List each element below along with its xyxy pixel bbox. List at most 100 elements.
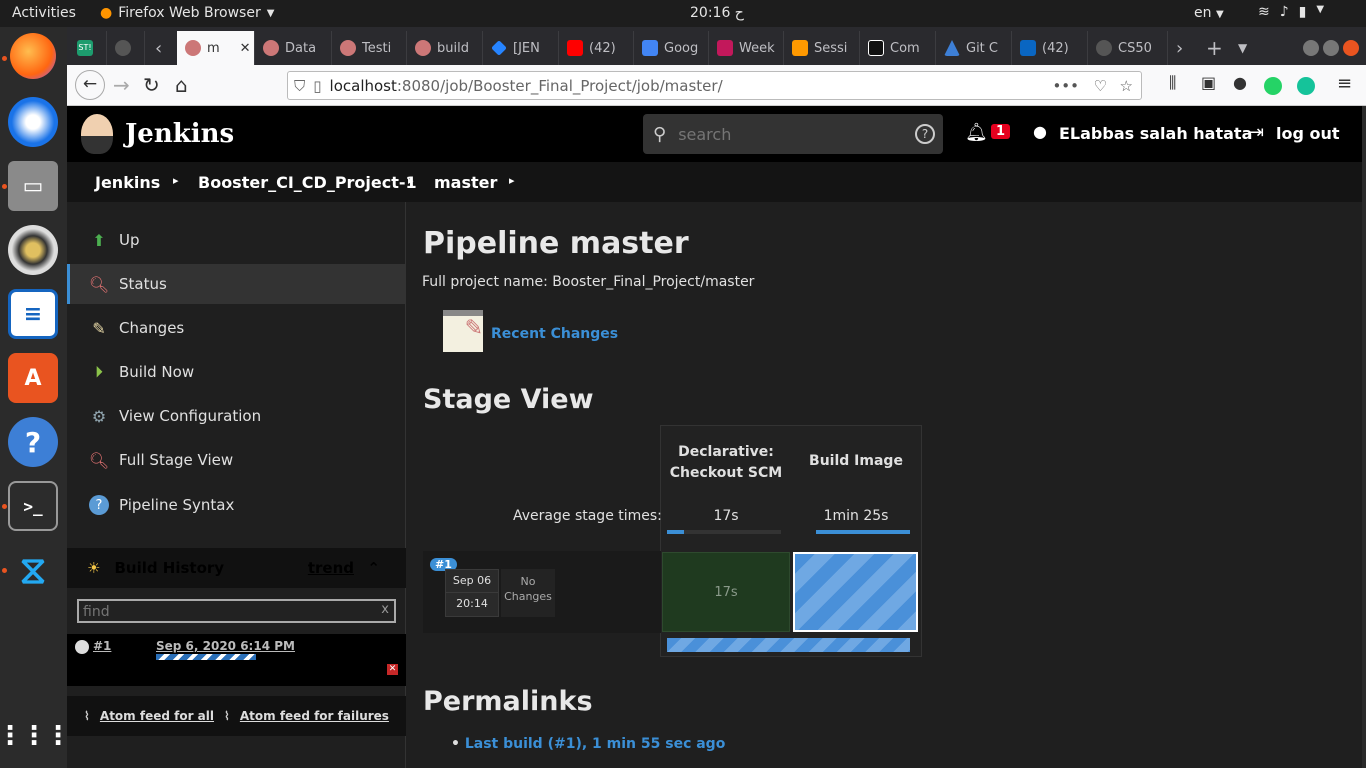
activities-button[interactable]: Activities: [12, 5, 76, 21]
task-view-configuration[interactable]: ⚙ View Configuration: [67, 396, 406, 436]
new-tab-button[interactable]: +: [1198, 31, 1228, 65]
tab-scroll-left-button[interactable]: ‹: [147, 31, 177, 65]
whatsapp-icon[interactable]: [1264, 77, 1282, 95]
atom-feed-failures-link[interactable]: Atom feed for failures: [240, 709, 389, 723]
last-build-link[interactable]: Last build (#1), 1 min 55 sec ago: [465, 736, 726, 752]
search-input[interactable]: [678, 124, 899, 144]
list-all-tabs-button[interactable]: ▼: [1230, 31, 1260, 65]
tab-pinned-st[interactable]: ST!: [69, 31, 107, 65]
build-date-link[interactable]: Sep 6, 2020 6:14 PM: [156, 639, 295, 653]
task-full-stage-view[interactable]: 🔍︎ Full Stage View: [67, 440, 406, 480]
avg-time-checkout: 17s: [713, 508, 739, 524]
app-menu[interactable]: ● Firefox Web Browser ▼: [100, 5, 274, 21]
tab[interactable]: Goog: [634, 31, 709, 65]
task-status[interactable]: 🔍︎ Status: [67, 264, 406, 304]
breadcrumb-chevron-icon[interactable]: ▸: [408, 174, 414, 187]
tab[interactable]: CS50: [1088, 31, 1168, 65]
abort-build-icon[interactable]: ✕: [387, 664, 398, 675]
grammarly-icon[interactable]: [1297, 77, 1315, 95]
tab[interactable]: Testi: [332, 31, 407, 65]
recent-changes-link[interactable]: Recent Changes: [491, 326, 618, 342]
pocket-icon[interactable]: ♡: [1094, 77, 1107, 95]
page-actions-icon[interactable]: •••: [1052, 77, 1079, 95]
breadcrumb-project[interactable]: Booster_CI_CD_Project-1: [198, 173, 417, 192]
stage-name-line: Checkout SCM: [669, 465, 783, 481]
firefox-tab-bar: ST! ‹ m ✕ Data Testi build [JEN (42) Goog…: [67, 27, 1366, 65]
url-path: :8080/job/Booster_Final_Project/job/mast…: [396, 76, 723, 95]
task-build-now[interactable]: ⏵ Build Now: [67, 352, 406, 392]
close-window-icon[interactable]: [1343, 40, 1359, 56]
forward-button[interactable]: →: [113, 73, 130, 97]
bell-icon[interactable]: 🔔︎: [965, 122, 988, 143]
jenkins-logo[interactable]: Jenkins: [81, 114, 234, 154]
tab-pinned-github[interactable]: [107, 31, 145, 65]
tab-active[interactable]: m ✕: [177, 31, 255, 65]
terminal-icon[interactable]: >_: [8, 481, 58, 531]
chevron-up-icon[interactable]: ⌃: [367, 559, 380, 577]
reload-button[interactable]: ↻: [143, 73, 160, 97]
sidebar-icon[interactable]: ▣: [1201, 73, 1216, 92]
minimize-icon[interactable]: [1303, 40, 1319, 56]
tab[interactable]: build: [407, 31, 483, 65]
breadcrumb-master[interactable]: master: [434, 173, 497, 192]
tab[interactable]: (42): [1012, 31, 1088, 65]
tab-scroll-right-button[interactable]: ›: [1168, 31, 1198, 65]
breadcrumb-chevron-icon[interactable]: ▸: [509, 174, 515, 187]
libreoffice-writer-icon[interactable]: ≡: [8, 289, 58, 339]
bookmark-star-icon[interactable]: ☆: [1120, 77, 1133, 95]
find-box[interactable]: x: [77, 599, 396, 623]
tab[interactable]: Data: [255, 31, 332, 65]
tab[interactable]: Git C: [936, 31, 1012, 65]
close-tab-icon[interactable]: ✕: [240, 41, 251, 56]
trend-link[interactable]: trend: [308, 559, 354, 577]
scrollbar[interactable]: [1362, 106, 1366, 768]
tab[interactable]: Week: [709, 31, 784, 65]
search-box[interactable]: ⚲ ?: [643, 114, 943, 154]
url-bar[interactable]: ⛉ ▯ localhost:8080/job/Booster_Final_Pro…: [287, 71, 1142, 100]
running-dot: [2, 184, 7, 189]
atom-feed-all-link[interactable]: Atom feed for all: [100, 709, 214, 723]
back-button[interactable]: ←: [75, 70, 105, 100]
bullet-icon: •: [451, 736, 465, 752]
breadcrumb: Jenkins ▸ Booster_CI_CD_Project-1 ▸ mast…: [67, 162, 1362, 202]
apps-grid-icon[interactable]: ⋮⋮⋮: [0, 711, 71, 761]
files-icon[interactable]: ▭: [8, 161, 58, 211]
tab[interactable]: [JEN: [483, 31, 559, 65]
firefox-icon[interactable]: [10, 33, 56, 79]
rhythmbox-icon[interactable]: [8, 225, 58, 275]
system-tray[interactable]: ≋ ♪ ▮ ▼: [1258, 4, 1324, 20]
shield-icon[interactable]: ⛉: [294, 77, 305, 95]
page-info-icon[interactable]: ▯: [313, 77, 321, 95]
find-input[interactable]: [79, 602, 369, 622]
language-indicator[interactable]: en ▼: [1194, 5, 1224, 21]
menu-icon[interactable]: ≡: [1337, 73, 1352, 94]
stage-cell-checkout[interactable]: 17s: [662, 552, 790, 632]
tab[interactable]: (42): [559, 31, 634, 65]
maximize-icon[interactable]: [1323, 40, 1339, 56]
clear-find-button[interactable]: x: [381, 602, 389, 617]
gnome-top-bar: Activities ● Firefox Web Browser ▼ 20:16…: [0, 0, 1366, 27]
help-icon[interactable]: ?: [8, 417, 58, 467]
logout-link[interactable]: log out: [1276, 124, 1340, 143]
build-number-link[interactable]: #1: [93, 639, 111, 653]
tab[interactable]: Sessi: [784, 31, 860, 65]
task-changes[interactable]: ✎ Changes: [67, 308, 406, 348]
firefox-small-icon: ●: [100, 5, 113, 21]
vscode-icon[interactable]: ⧖: [8, 545, 58, 595]
account-icon[interactable]: ●: [1233, 73, 1247, 92]
clock[interactable]: 20:16 ح: [690, 5, 744, 21]
task-pipeline-syntax[interactable]: ? Pipeline Syntax: [67, 485, 406, 525]
home-button[interactable]: ⌂: [175, 73, 188, 97]
user-name-link[interactable]: ELabbas salah hatata: [1059, 124, 1252, 143]
help-circle-icon[interactable]: ?: [915, 124, 935, 144]
tab[interactable]: Com: [860, 31, 936, 65]
library-icon[interactable]: ⫼: [1169, 73, 1176, 93]
breadcrumb-chevron-icon[interactable]: ▸: [173, 174, 179, 187]
thunderbird-icon[interactable]: [8, 97, 58, 147]
task-up[interactable]: ⬆ Up: [67, 220, 406, 260]
notification-badge[interactable]: 1: [991, 124, 1011, 139]
stage-cell-build-image[interactable]: [793, 552, 918, 632]
breadcrumb-jenkins[interactable]: Jenkins: [95, 173, 160, 192]
software-icon[interactable]: A: [8, 353, 58, 403]
running-dot: [2, 568, 7, 573]
